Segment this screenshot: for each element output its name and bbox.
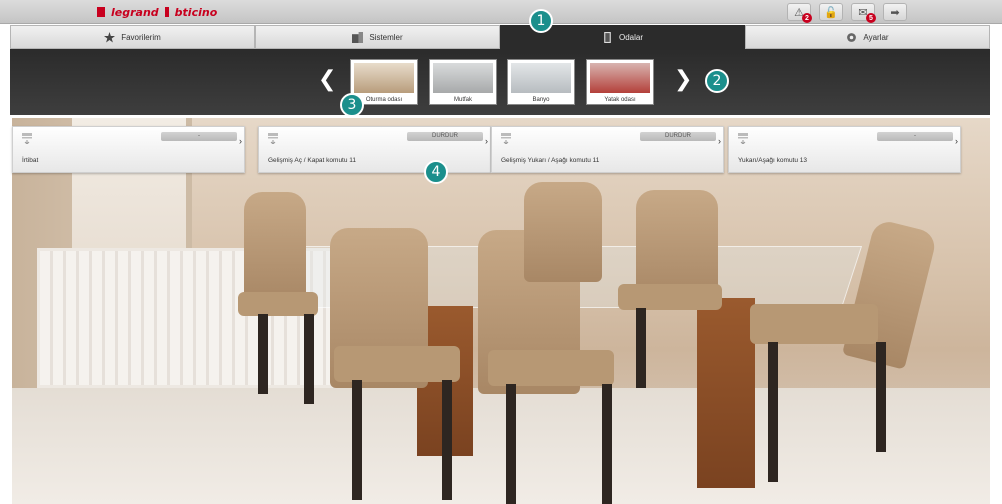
device-icon bbox=[501, 133, 511, 144]
chair-seat bbox=[238, 292, 318, 316]
settings-icon bbox=[847, 32, 857, 42]
tab-label: Odalar bbox=[618, 32, 643, 42]
header-icons: ⚠ 2 🔓 ✉ 5 ➡ bbox=[787, 3, 907, 23]
room-selector-strip: ❮ Oturma odası Mutfak Banyo Yatak odası … bbox=[10, 49, 990, 115]
device-state: DURDUR bbox=[407, 132, 483, 141]
room-label: Mutfak bbox=[453, 97, 472, 103]
device-panel-yukari-asagi-13[interactable]: - › Yukarı/Aşağı komutu 13 bbox=[728, 126, 961, 173]
chair-leg bbox=[636, 308, 646, 388]
device-icon bbox=[22, 133, 32, 144]
chair-leg bbox=[258, 314, 268, 394]
brand-logo: legrand bticino bbox=[97, 5, 217, 19]
chair-seat bbox=[750, 304, 878, 344]
star-icon bbox=[104, 31, 116, 43]
device-icon bbox=[268, 133, 278, 144]
warning-icon[interactable]: ⚠ 2 bbox=[787, 3, 812, 23]
chair-seat bbox=[334, 346, 460, 382]
tab-label: Favorilerim bbox=[121, 32, 161, 42]
table-leg bbox=[697, 298, 755, 488]
tab-favorilerim[interactable]: Favorilerim bbox=[10, 25, 255, 49]
device-name: Yukarı/Aşağı komutu 13 bbox=[738, 157, 808, 164]
mail-badge: 5 bbox=[866, 13, 876, 23]
chair-leg bbox=[442, 380, 452, 500]
systems-icon bbox=[352, 31, 364, 43]
callout-2: 2 bbox=[705, 69, 729, 93]
legrand-logo-text: legrand bbox=[111, 5, 159, 19]
tab-ayarlar[interactable]: Ayarlar bbox=[745, 25, 990, 49]
tab-label: Ayarlar bbox=[863, 32, 889, 42]
tab-label: Sistemler bbox=[369, 32, 403, 42]
callout-1: 1 bbox=[529, 9, 553, 33]
device-panel-yukari-asagi[interactable]: DURDUR › Gelişmiş Yukarı / Aşağı komutu … bbox=[491, 126, 724, 173]
chair bbox=[524, 182, 602, 282]
device-name: Gelişmiş Aç / Kapat komutu 11 bbox=[268, 157, 357, 164]
next-arrow-icon[interactable]: ❯ bbox=[674, 69, 692, 91]
chair-leg bbox=[602, 384, 612, 504]
device-state: - bbox=[161, 132, 237, 141]
callout-3: 3 bbox=[340, 93, 364, 117]
device-panel-ac-kapat[interactable]: DURDUR › Gelişmiş Aç / Kapat komutu 11 bbox=[258, 126, 491, 173]
device-icon bbox=[738, 133, 748, 144]
chevron-right-icon[interactable]: › bbox=[955, 136, 958, 146]
room-thumb-yatak-odasi[interactable]: Yatak odası bbox=[586, 59, 654, 105]
chevron-right-icon[interactable]: › bbox=[718, 136, 721, 146]
mail-icon[interactable]: ✉ 5 bbox=[851, 3, 876, 23]
bticino-logo-text: bticino bbox=[174, 5, 218, 19]
chair-leg bbox=[876, 342, 886, 452]
logout-icon[interactable]: ➡ bbox=[883, 3, 907, 21]
bedroom-thumbnail bbox=[590, 63, 650, 93]
chair-seat bbox=[488, 350, 614, 386]
room-background-image bbox=[12, 118, 990, 504]
legrand-mark bbox=[97, 7, 105, 17]
top-bar: legrand bticino ⚠ 2 🔓 ✉ 5 ➡ bbox=[0, 0, 1002, 24]
device-name: İrtibat bbox=[22, 157, 39, 164]
bticino-mark bbox=[164, 7, 169, 17]
kitchen-thumbnail bbox=[433, 63, 493, 93]
chair-leg bbox=[352, 380, 362, 500]
room-thumb-mutfak[interactable]: Mutfak bbox=[429, 59, 497, 105]
bathroom-thumbnail bbox=[511, 63, 571, 93]
floor bbox=[12, 388, 990, 504]
room-thumb-banyo[interactable]: Banyo bbox=[507, 59, 575, 105]
device-state: - bbox=[877, 132, 953, 141]
device-name: Gelişmiş Yukarı / Aşağı komutu 11 bbox=[501, 157, 600, 164]
living-room-thumbnail bbox=[354, 63, 414, 93]
chair bbox=[244, 192, 306, 302]
chair-leg bbox=[304, 314, 314, 404]
chevron-right-icon[interactable]: › bbox=[485, 136, 488, 146]
device-panel-irtibat[interactable]: - › İrtibat bbox=[12, 126, 245, 173]
chair-seat bbox=[618, 284, 722, 310]
room-label: Yatak odası bbox=[604, 97, 636, 103]
warning-badge: 2 bbox=[802, 13, 812, 23]
callout-4: 4 bbox=[424, 160, 448, 184]
chevron-right-icon[interactable]: › bbox=[239, 136, 242, 146]
lock-icon[interactable]: 🔓 bbox=[819, 3, 843, 21]
chair-leg bbox=[506, 384, 516, 504]
main-tabs: Favorilerim Sistemler Odalar Ayarlar bbox=[10, 25, 990, 49]
tab-sistemler[interactable]: Sistemler bbox=[255, 25, 500, 49]
chair-leg bbox=[768, 342, 778, 482]
room-label: Banyo bbox=[532, 97, 550, 103]
rooms-icon bbox=[604, 31, 611, 43]
device-state: DURDUR bbox=[640, 132, 716, 141]
prev-arrow-icon[interactable]: ❮ bbox=[318, 69, 336, 91]
chair bbox=[842, 218, 938, 370]
